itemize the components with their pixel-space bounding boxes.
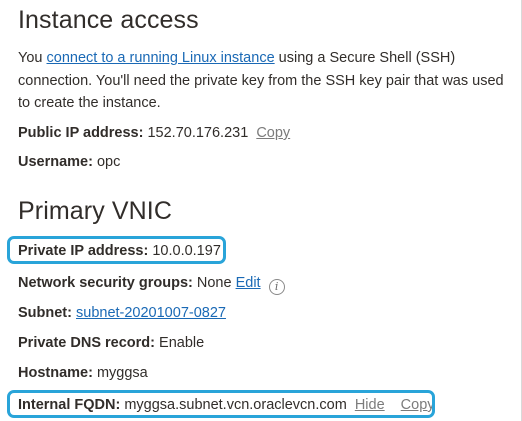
- hostname-row: Hostname: myggsa: [18, 364, 148, 382]
- username-value: opc: [96, 154, 121, 170]
- subnet-link[interactable]: subnet-20201007-0827: [76, 305, 226, 321]
- instance-access-title: Instance access: [18, 6, 199, 34]
- public-ip-value: 152.70.176.231: [147, 125, 249, 141]
- private-dns-label: Private DNS record:: [18, 335, 155, 351]
- private-dns-row: Private DNS record: Enable: [18, 334, 204, 352]
- username-row: Username: opc: [18, 153, 120, 171]
- edit-nsg-button[interactable]: Edit: [236, 275, 261, 291]
- intro-text-before: You: [18, 50, 47, 66]
- private-ip-label: Private IP address:: [18, 243, 149, 259]
- nsg-label: Network security groups:: [18, 275, 193, 291]
- subnet-row: Subnet: subnet-20201007-0827: [18, 304, 226, 322]
- internal-fqdn-row: Internal FQDN: myggsa.subnet.vcn.oraclev…: [18, 396, 435, 414]
- subnet-label: Subnet:: [18, 305, 72, 321]
- nsg-row: Network security groups: None Edit i: [18, 274, 285, 295]
- private-dns-value: Enable: [159, 335, 205, 351]
- connect-linux-instance-link[interactable]: connect to a running Linux instance: [47, 50, 275, 66]
- primary-vnic-title: Primary VNIC: [18, 197, 172, 225]
- copy-fqdn-button[interactable]: Copy: [401, 397, 435, 413]
- username-label: Username:: [18, 154, 93, 170]
- hostname-value: myggsa: [96, 365, 148, 381]
- internal-fqdn-label: Internal FQDN:: [18, 397, 121, 413]
- private-ip-value: 10.0.0.197: [152, 243, 221, 259]
- hide-fqdn-button[interactable]: Hide: [355, 397, 385, 413]
- public-ip-row: Public IP address: 152.70.176.231 Copy: [18, 124, 290, 142]
- ssh-intro-text: You connect to a running Linux instance …: [18, 47, 510, 115]
- hostname-label: Hostname:: [18, 365, 93, 381]
- private-ip-row: Private IP address: 10.0.0.197: [18, 242, 221, 260]
- info-icon[interactable]: i: [268, 279, 285, 295]
- nsg-value: None: [196, 275, 232, 291]
- copy-public-ip-button[interactable]: Copy: [256, 125, 290, 141]
- public-ip-label: Public IP address:: [18, 125, 144, 141]
- internal-fqdn-value: myggsa.subnet.vcn.oraclevcn.com: [124, 397, 347, 413]
